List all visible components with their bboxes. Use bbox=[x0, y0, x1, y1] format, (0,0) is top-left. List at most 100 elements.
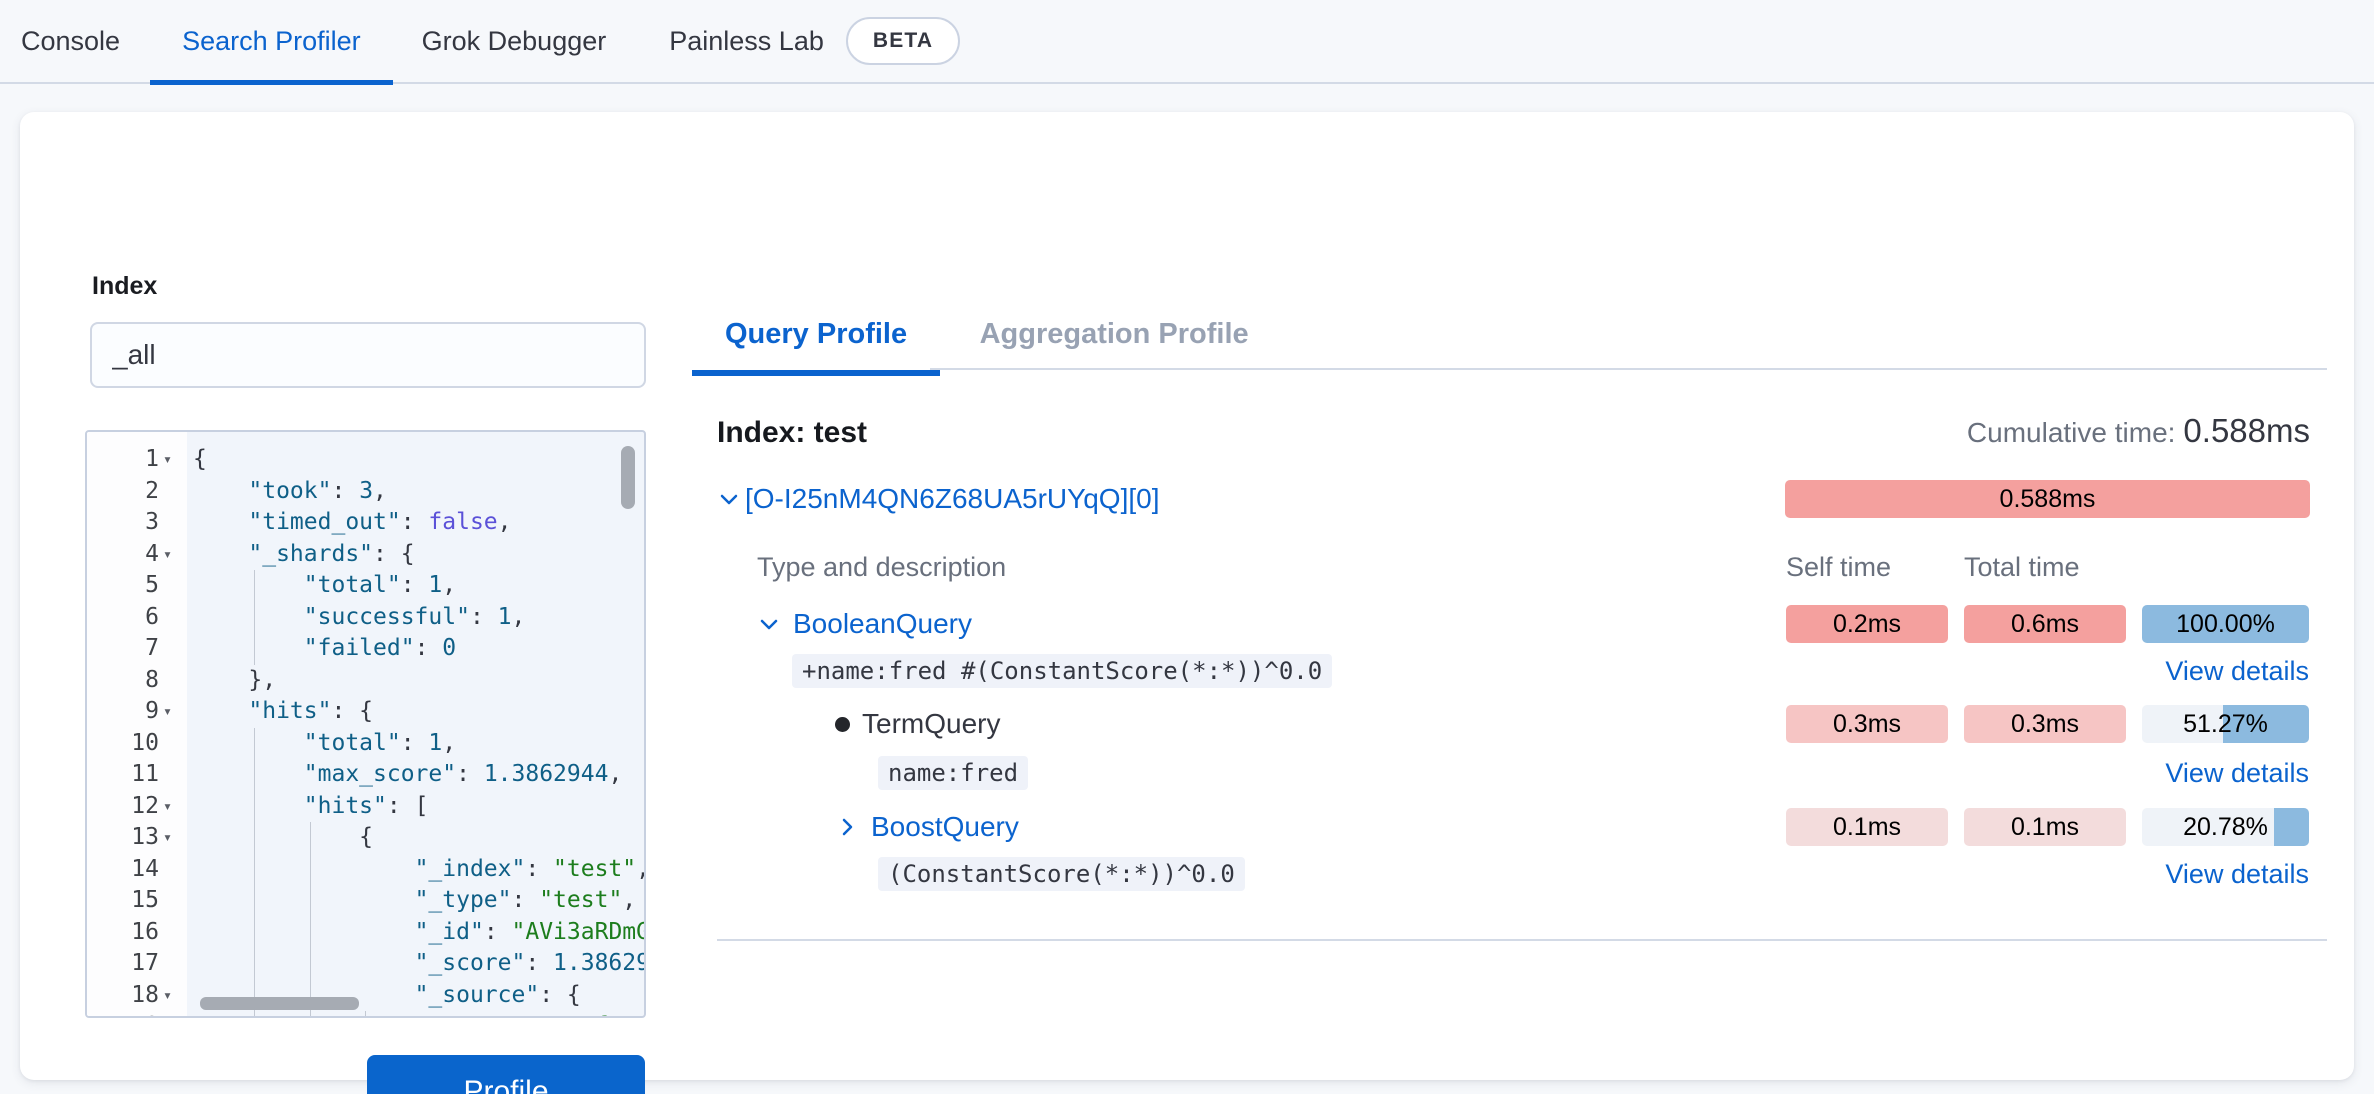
line-number: 13 bbox=[87, 822, 159, 854]
tab-painless-lab[interactable]: Painless Lab bbox=[669, 0, 824, 83]
line-number: 18 bbox=[87, 980, 159, 1012]
editor-line: 2 "took": 3, bbox=[87, 476, 644, 508]
indent-guide bbox=[254, 854, 255, 886]
fold-arrow-icon[interactable]: ▾ bbox=[163, 791, 183, 823]
editor-code-text: { bbox=[193, 822, 644, 854]
line-number: 1 bbox=[87, 444, 159, 476]
beta-badge: BETA bbox=[846, 17, 960, 65]
editor-code-text: "_id": "AVi3aRDmGKWp bbox=[193, 917, 644, 949]
query-row: BoostQuery0.1ms0.1ms20.78% bbox=[717, 808, 2310, 846]
editor-code-text: { bbox=[193, 444, 644, 476]
editor-line: 13▾ { bbox=[87, 822, 644, 854]
tab-query-profile[interactable]: Query Profile bbox=[692, 304, 940, 376]
editor-line: 19 "name": "fred" bbox=[87, 1011, 644, 1018]
editor-line: 5 "total": 1, bbox=[87, 570, 644, 602]
editor-code-text: "_type": "test", bbox=[193, 885, 644, 917]
profile-button[interactable]: Profile bbox=[367, 1055, 645, 1094]
editor-line: 3 "timed_out": false, bbox=[87, 507, 644, 539]
fold-arrow-icon[interactable]: ▾ bbox=[163, 696, 183, 728]
fold-arrow-icon[interactable]: ▾ bbox=[163, 444, 183, 476]
percent-badge: 51.27% bbox=[2142, 705, 2309, 743]
shard-toggle-link[interactable]: [O-I25nM4QN6Z68UA5rUYqQ][0] bbox=[717, 483, 1159, 515]
column-header-total-time: Total time bbox=[1964, 552, 2126, 583]
tab-console[interactable]: Console bbox=[21, 0, 120, 83]
query-type-label: BoostQuery bbox=[871, 811, 1019, 843]
editor-line: 1▾ { bbox=[87, 444, 644, 476]
indent-guide bbox=[254, 570, 255, 602]
editor-line: 17 "_score": 1.3862944, bbox=[87, 948, 644, 980]
tab-aggregation-profile: Aggregation Profile bbox=[947, 304, 1282, 370]
shard-id-label: [O-I25nM4QN6Z68UA5rUYqQ][0] bbox=[745, 483, 1159, 515]
tab-grok-debugger[interactable]: Grok Debugger bbox=[422, 0, 607, 83]
indent-guide bbox=[254, 822, 255, 854]
self-time-badge: 0.1ms bbox=[1786, 808, 1948, 846]
editor-horizontal-scrollbar[interactable] bbox=[200, 997, 359, 1010]
editor-code-text: }, bbox=[193, 665, 644, 697]
devtools-top-nav: Console Search Profiler Grok Debugger Pa… bbox=[0, 0, 2374, 84]
query-name-boostquery[interactable]: BoostQuery bbox=[717, 811, 1770, 843]
index-input[interactable] bbox=[90, 322, 646, 388]
editor-code-text: "failed": 0 bbox=[193, 633, 644, 665]
view-details-link[interactable]: View details bbox=[2142, 758, 2309, 789]
editor-line: 14 "_index": "test", bbox=[87, 854, 644, 886]
editor-line: 15 "_type": "test", bbox=[87, 885, 644, 917]
indent-guide bbox=[254, 948, 255, 980]
view-details-link[interactable]: View details bbox=[2142, 859, 2309, 890]
indent-guide bbox=[254, 917, 255, 949]
editor-line: 10 "total": 1, bbox=[87, 728, 644, 760]
query-json-editor[interactable]: 1▾{2 "took": 3,3 "timed_out": false,4▾ "… bbox=[85, 430, 646, 1018]
editor-line: 12▾ "hits": [ bbox=[87, 791, 644, 823]
search-profiler-panel: Index 1▾{2 "took": 3,3 "timed_out": fals… bbox=[20, 112, 2354, 1080]
editor-code-text: "took": 3, bbox=[193, 476, 644, 508]
leaf-bullet-icon bbox=[835, 717, 850, 732]
profile-table: Type and description Self time Total tim… bbox=[717, 552, 2310, 891]
editor-line: 16 "_id": "AVi3aRDmGKWp bbox=[87, 917, 644, 949]
line-number: 3 bbox=[87, 507, 159, 539]
line-number: 4 bbox=[87, 539, 159, 571]
query-name-booleanquery[interactable]: BooleanQuery bbox=[717, 608, 1770, 640]
total-time-badge: 0.3ms bbox=[1964, 705, 2126, 743]
query-type-label: TermQuery bbox=[862, 708, 1000, 740]
fold-arrow-icon[interactable]: ▾ bbox=[163, 539, 183, 571]
column-header-self-time: Self time bbox=[1786, 552, 1948, 583]
fold-arrow-icon[interactable]: ▾ bbox=[163, 822, 183, 854]
editor-code-text: "hits": [ bbox=[193, 791, 644, 823]
query-row: TermQuery0.3ms0.3ms51.27% bbox=[717, 705, 2310, 743]
editor-vertical-scrollbar[interactable] bbox=[621, 446, 635, 509]
indent-guide bbox=[254, 633, 255, 665]
editor-code-text: "name": "fred" bbox=[193, 1011, 644, 1018]
profile-tabs: Query Profile Aggregation Profile bbox=[692, 304, 2327, 370]
query-type-label: BooleanQuery bbox=[793, 608, 972, 640]
tab-search-profiler[interactable]: Search Profiler bbox=[150, 0, 393, 83]
chevron-down-icon bbox=[717, 487, 741, 511]
index-field-label: Index bbox=[92, 272, 157, 301]
editor-line: 9▾ "hits": { bbox=[87, 696, 644, 728]
line-number: 16 bbox=[87, 917, 159, 949]
indent-guide bbox=[310, 1011, 311, 1018]
indent-guide bbox=[254, 885, 255, 917]
editor-code-text: "successful": 1, bbox=[193, 602, 644, 634]
editor-code-text: "hits": { bbox=[193, 696, 644, 728]
percent-badge: 100.00% bbox=[2142, 605, 2309, 643]
query-detail-row: +name:fred #(ConstantScore(*:*))^0.0View… bbox=[717, 654, 2310, 688]
indent-guide bbox=[254, 1011, 255, 1018]
query-detail-row: (ConstantScore(*:*))^0.0View details bbox=[717, 857, 2310, 891]
line-number: 2 bbox=[87, 476, 159, 508]
indent-guide bbox=[310, 885, 311, 917]
query-detail-row: name:fredView details bbox=[717, 756, 2310, 790]
editor-code-text: "_index": "test", bbox=[193, 854, 644, 886]
view-details-link[interactable]: View details bbox=[2142, 656, 2309, 687]
total-time-badge: 0.1ms bbox=[1964, 808, 2126, 846]
column-header-type: Type and description bbox=[717, 552, 1770, 583]
total-time-badge: 0.6ms bbox=[1964, 605, 2126, 643]
line-number: 11 bbox=[87, 759, 159, 791]
indent-guide bbox=[310, 948, 311, 980]
cumulative-time-value: 0.588ms bbox=[2183, 412, 2310, 449]
line-number: 12 bbox=[87, 791, 159, 823]
line-number: 5 bbox=[87, 570, 159, 602]
editor-line: 4▾ "_shards": { bbox=[87, 539, 644, 571]
indent-guide bbox=[254, 759, 255, 791]
editor-code-text: "total": 1, bbox=[193, 728, 644, 760]
chevron-right-icon bbox=[835, 815, 859, 839]
fold-arrow-icon[interactable]: ▾ bbox=[163, 980, 183, 1012]
